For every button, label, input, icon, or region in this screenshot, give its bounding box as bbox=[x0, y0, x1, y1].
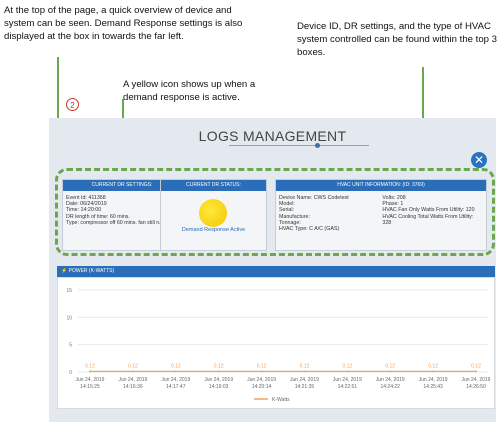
data-label: 0.12 bbox=[128, 363, 138, 369]
data-label: 0.12 bbox=[171, 363, 181, 369]
page-title: LOGS MANAGEMENT bbox=[198, 128, 347, 144]
y-tick-label: 0 bbox=[69, 370, 72, 376]
data-point bbox=[217, 370, 220, 373]
data-label: 0.12 bbox=[300, 363, 310, 369]
data-point bbox=[303, 370, 306, 373]
data-point bbox=[174, 370, 177, 373]
annotation-note-top-boxes: Device ID, DR settings, and the type of … bbox=[297, 21, 497, 58]
x-tick-label: 14:16:36 bbox=[123, 384, 143, 390]
data-point bbox=[389, 370, 392, 373]
highlight-dashed-box bbox=[55, 168, 495, 256]
data-point bbox=[475, 370, 477, 373]
data-label: 0.12 bbox=[471, 363, 481, 369]
data-point bbox=[260, 370, 263, 373]
x-tick-label: Jun 24, 2019 bbox=[419, 377, 448, 383]
step-marker: 2 bbox=[66, 98, 79, 111]
y-tick-label: 10 bbox=[66, 315, 72, 321]
data-label: 0.12 bbox=[342, 363, 352, 369]
x-tick-label: Jun 24, 2019 bbox=[247, 377, 276, 383]
data-label: 0.12 bbox=[385, 363, 395, 369]
data-point bbox=[432, 370, 435, 373]
legend-label: K-Watts bbox=[272, 397, 290, 403]
data-point bbox=[131, 370, 134, 373]
data-label: 0.12 bbox=[257, 363, 267, 369]
annotation-note-overview: At the top of the page, a quick overview… bbox=[4, 5, 243, 42]
y-tick-label: 15 bbox=[66, 288, 72, 294]
x-tick-label: Jun 24, 2019 bbox=[376, 377, 405, 383]
data-label: 0.12 bbox=[428, 363, 438, 369]
x-tick-label: 14:17:47 bbox=[166, 384, 186, 390]
x-tick-label: 14:24:22 bbox=[380, 384, 400, 390]
annotation-note-yellow-icon: A yellow icon shows up when a demand res… bbox=[123, 79, 256, 103]
x-tick-label: Jun 24, 2019 bbox=[462, 377, 491, 383]
data-point bbox=[89, 370, 91, 373]
x-tick-label: 14:25:43 bbox=[423, 384, 443, 390]
x-tick-label: 14:22:51 bbox=[338, 384, 358, 390]
data-label: 0.12 bbox=[214, 363, 224, 369]
x-tick-label: 14:15:25 bbox=[80, 384, 100, 390]
power-chart: 15 10 5 0 0.12 0.12 0.12 0.12 0.12 0.12 0.12 0.12 0.… bbox=[57, 277, 495, 409]
title-divider bbox=[229, 145, 369, 146]
x-tick-label: Jun 24, 2019 bbox=[290, 377, 319, 383]
x-tick-label: Jun 24, 2019 bbox=[204, 377, 233, 383]
data-label: 0.12 bbox=[85, 363, 95, 369]
x-tick-label: 14:19:03 bbox=[209, 384, 229, 390]
power-chart-svg: 15 10 5 0 0.12 0.12 0.12 0.12 0.12 0.12 0.12 0.12 0.… bbox=[66, 288, 491, 403]
x-tick-label: 14:26:50 bbox=[466, 384, 486, 390]
x-tick-label: Jun 24, 2019 bbox=[76, 377, 105, 383]
power-panel-title: POWER (K-WATTS) bbox=[68, 268, 115, 274]
x-tick-label: Jun 24, 2019 bbox=[118, 377, 147, 383]
x-tick-label: Jun 24, 2019 bbox=[333, 377, 362, 383]
x-tick-label: 14:21:35 bbox=[295, 384, 315, 390]
x-tick-label: Jun 24, 2019 bbox=[161, 377, 190, 383]
title-dot bbox=[315, 143, 320, 148]
x-tick-label: 14:20:14 bbox=[252, 384, 272, 390]
bolt-icon: ⚡ bbox=[61, 268, 68, 274]
y-tick-label: 5 bbox=[69, 343, 72, 349]
close-icon[interactable]: ✕ bbox=[471, 152, 487, 168]
data-point bbox=[346, 370, 349, 373]
power-panel-header: ⚡ POWER (K-WATTS) bbox=[57, 266, 495, 277]
